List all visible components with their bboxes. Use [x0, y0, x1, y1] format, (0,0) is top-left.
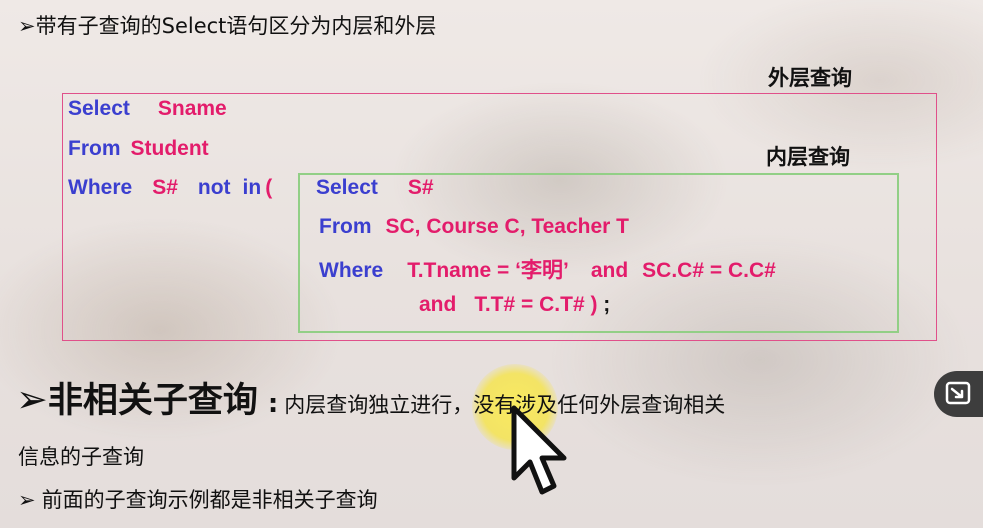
intro-bullet: ➢带有子查询的Select语句区分为内层和外层	[18, 10, 436, 40]
code-line-inner-and: and T.T# = C.T# ) ;	[419, 293, 610, 317]
bullet-arrow-icon: ➢	[18, 488, 36, 512]
identifier: S#	[152, 176, 178, 199]
keyword: Where	[319, 259, 384, 282]
section-heading: ➢非相关子查询: 内层查询独立进行，没有涉及任何外层查询相关	[16, 372, 725, 423]
keyword: From	[319, 215, 372, 238]
example-text: 前面的子查询示例都是非相关子查询	[41, 488, 378, 512]
identifier: Sname	[157, 97, 227, 120]
exit-fullscreen-icon	[945, 381, 971, 405]
heading-title: 非相关子查询	[47, 381, 258, 421]
keyword: From	[68, 137, 121, 160]
heading-description-continued: 信息的子查询	[18, 445, 144, 469]
outer-query-label: 外层查询	[768, 66, 852, 90]
code-line-select: Select Sname	[68, 97, 227, 121]
keyword-and: and	[590, 259, 629, 282]
semicolon: ;	[597, 293, 611, 316]
code-line-where: Where S# not in(	[68, 176, 272, 200]
code-line-from: From Student	[68, 137, 209, 161]
identifier: T.T# = C.T# )	[474, 293, 598, 316]
keyword: Select	[316, 176, 378, 199]
code-line-inner-select: Select S#	[316, 176, 434, 200]
keyword-and: and	[419, 293, 457, 316]
keyword: not	[197, 176, 231, 199]
bullet-arrow-icon: ➢	[18, 14, 36, 38]
heading-arrow-icon: ➢	[16, 377, 48, 421]
mouse-pointer-icon	[508, 404, 570, 502]
example-bullet: ➢ 前面的子查询示例都是非相关子查询	[18, 484, 378, 514]
keyword: Where	[68, 176, 133, 199]
exit-fullscreen-button[interactable]	[934, 371, 983, 417]
intro-text: 带有子查询的Select语句区分为内层和外层	[35, 14, 437, 38]
identifier: SC, Course C, Teacher T	[385, 215, 630, 238]
keyword: in	[242, 176, 262, 199]
identifier: Student	[130, 137, 209, 160]
heading-description: 内层查询独立进行，没有涉及任何外层查询相关	[284, 393, 726, 417]
identifier: S#	[407, 176, 434, 199]
identifier: SC.C# = C.C#	[642, 259, 776, 282]
heading-colon: :	[267, 389, 279, 419]
keyword: Select	[68, 97, 130, 120]
code-line-inner-where: Where T.Tname = ‘李明’ and SC.C# = C.C#	[319, 254, 776, 284]
paren: (	[265, 176, 273, 199]
code-line-inner-from: From SC, Course C, Teacher T	[319, 215, 629, 239]
identifier: T.Tname = ‘李明’	[407, 259, 569, 282]
